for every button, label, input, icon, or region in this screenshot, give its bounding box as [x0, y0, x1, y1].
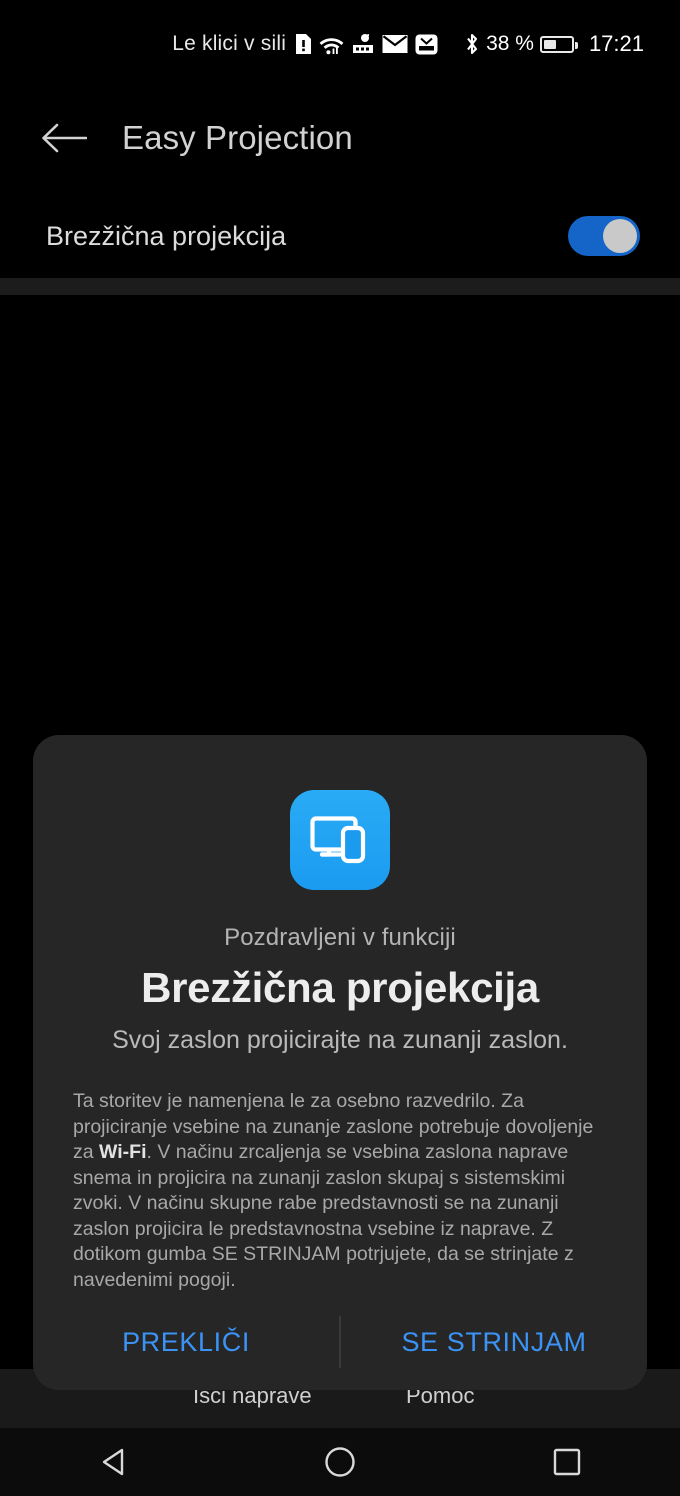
back-arrow-icon	[42, 123, 87, 153]
dialog-actions: PREKLIČI SE STRINJAM	[33, 1294, 647, 1390]
cancel-button[interactable]: PREKLIČI	[33, 1309, 339, 1376]
status-right-group: 38 % 17:21	[464, 31, 644, 57]
dialog-title: Brezžična projekcija	[141, 964, 539, 1011]
sim-alert-icon	[296, 34, 312, 54]
nav-home-key[interactable]	[292, 1428, 388, 1496]
huawei-app-icon	[415, 34, 438, 54]
dialog-eyebrow: Pozdravljeni v funkciji	[224, 924, 456, 951]
dialog-body-text: Ta storitev je namenjena le za osebno ra…	[73, 1089, 607, 1293]
wifi-calling-icon	[353, 34, 374, 53]
nav-home-circle-icon	[325, 1447, 355, 1477]
app-bar: Easy Projection	[0, 88, 680, 188]
wireless-projection-row[interactable]: Brezžična projekcija	[0, 194, 680, 278]
dialog-body-bold: Wi-Fi	[99, 1141, 147, 1163]
page-title: Easy Projection	[122, 119, 353, 156]
wireless-projection-toggle[interactable]	[568, 216, 640, 256]
status-icon-group	[295, 33, 438, 55]
nav-recents-key[interactable]	[519, 1428, 615, 1496]
nav-back-key[interactable]	[65, 1428, 161, 1496]
welcome-dialog: Pozdravljeni v funkciji Brezžična projek…	[33, 735, 647, 1390]
phone-screen: Le klici v sili 38 % 17:21 Easy Projecti…	[0, 0, 680, 1496]
wifi-icon	[319, 37, 344, 54]
screen-cast-glyph	[310, 816, 366, 864]
toggle-knob	[603, 219, 637, 253]
wireless-projection-label: Brezžična projekcija	[46, 220, 287, 251]
back-button[interactable]	[20, 94, 108, 182]
nav-back-triangle-icon	[103, 1448, 124, 1476]
section-divider	[0, 278, 680, 295]
dialog-body-part2: . V načinu zrcaljenja se vsebina zaslona…	[73, 1141, 574, 1291]
nav-recents-square-icon	[553, 1448, 580, 1476]
android-nav-bar	[0, 1428, 680, 1496]
status-bar: Le klici v sili 38 % 17:21	[0, 0, 680, 88]
dialog-icon-wrap	[33, 790, 647, 890]
agree-button[interactable]: SE STRINJAM	[341, 1309, 647, 1376]
carrier-status-text: Le klici v sili	[172, 32, 287, 55]
battery-percent-text: 38 %	[486, 32, 534, 55]
screen-cast-icon	[290, 790, 390, 890]
bluetooth-icon	[467, 33, 478, 55]
battery-icon	[539, 35, 578, 53]
dialog-subtitle: Svoj zaslon projicirajte na zunanji zasl…	[112, 1026, 568, 1054]
mail-icon	[382, 35, 408, 53]
clock-text: 17:21	[588, 31, 644, 56]
battery-fill	[543, 39, 556, 49]
